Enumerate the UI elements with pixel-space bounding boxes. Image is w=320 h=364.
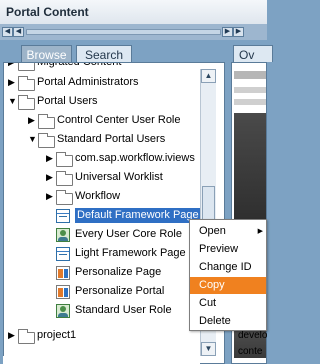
tree-item-label: Standard User Role	[75, 304, 172, 316]
folder-icon	[56, 152, 73, 167]
portal-icon	[56, 266, 70, 280]
folder-icon	[18, 63, 35, 71]
page-icon	[56, 247, 70, 261]
page-icon	[56, 209, 70, 223]
tree-item[interactable]: Every User Core Role	[4, 226, 204, 244]
expand-chevron-right-icon[interactable]: ▶	[46, 191, 53, 202]
tree-item[interactable]: Default Framework Page	[4, 207, 204, 225]
scroll-back-button[interactable]: ◀	[13, 27, 24, 37]
menu-item-open[interactable]: Open ▶	[190, 223, 266, 240]
scroll-up-button[interactable]: ▲	[201, 69, 216, 83]
tree-item[interactable]: ▶ Portal Administrators	[4, 74, 204, 92]
tree-item-label: Universal Worklist	[75, 171, 163, 183]
menu-item-delete[interactable]: Delete	[190, 313, 266, 330]
menu-item-copy[interactable]: Copy	[190, 277, 266, 294]
tree-item-label: Standard Portal Users	[57, 133, 166, 145]
scroll-down-button[interactable]: ▼	[201, 342, 216, 356]
tree-item[interactable]: ▶ Workflow	[4, 188, 204, 206]
menu-item-label: Delete	[199, 315, 231, 327]
tree-item-label: Control Center User Role	[57, 114, 181, 126]
title-bar: Portal Content	[0, 0, 267, 25]
tree-horizontal-scrollbar[interactable]	[3, 356, 200, 364]
context-menu: Open ▶ Preview Change ID Copy Cut Delete	[189, 219, 267, 331]
expand-chevron-right-icon[interactable]: ▶	[28, 115, 35, 126]
scroll-first-button[interactable]: ◀	[2, 27, 13, 37]
menu-item-label: Change ID	[199, 261, 252, 273]
tree-item-label: Light Framework Page	[75, 247, 186, 259]
folder-icon	[18, 76, 35, 91]
folder-icon	[56, 190, 73, 205]
expand-chevron-right-icon[interactable]: ▶	[46, 153, 53, 164]
tree-item[interactable]: ▶ com.sap.workflow.iviews	[4, 150, 204, 168]
expand-chevron-right-icon[interactable]: ▶	[46, 172, 53, 183]
scroll-last-button[interactable]: ▶	[233, 27, 244, 37]
folder-icon	[56, 171, 73, 186]
scroll-forward-button[interactable]: ▶	[222, 27, 233, 37]
tree-item[interactable]: ▶ Migrated Content	[4, 62, 204, 72]
folder-icon	[38, 114, 55, 129]
window-title: Portal Content	[6, 5, 89, 19]
menu-item-label: Open	[199, 225, 226, 237]
menu-item-cut[interactable]: Cut	[190, 295, 266, 312]
tree-item[interactable]: ▼ Portal Users	[4, 93, 204, 111]
menu-item-change-id[interactable]: Change ID	[190, 259, 266, 276]
expand-chevron-right-icon[interactable]: ▶	[8, 330, 15, 341]
tree-item-label: com.sap.workflow.iviews	[75, 152, 195, 164]
tree-item-label: Default Framework Page	[75, 208, 201, 223]
expand-chevron-right-icon[interactable]: ▶	[8, 77, 15, 88]
preview-line	[234, 99, 266, 105]
tree-item[interactable]: Standard User Role	[4, 302, 204, 320]
expand-chevron-right-icon[interactable]: ▶	[8, 63, 15, 68]
role-icon	[56, 228, 70, 242]
menu-item-label: Cut	[199, 297, 217, 309]
tab-browse[interactable]: Browse	[21, 45, 72, 62]
tree-item-label: Portal Users	[37, 95, 98, 107]
folder-icon	[18, 329, 35, 344]
navigation-track[interactable]	[26, 29, 221, 35]
tree-item-label: Workflow	[75, 190, 121, 202]
tree-item[interactable]: Personalize Page	[4, 264, 204, 282]
tree-item[interactable]: Personalize Portal	[4, 283, 204, 301]
menu-item-label: Preview	[199, 243, 239, 255]
tree-item-label: Every User Core Role	[75, 228, 182, 240]
role-icon	[56, 304, 70, 318]
menu-item-preview[interactable]: Preview	[190, 241, 266, 258]
preview-text: develo	[238, 330, 268, 341]
folder-icon	[18, 95, 35, 110]
navigation-bar: ◀ ◀ ▶ ▶	[0, 24, 267, 40]
tab-search[interactable]: Search	[76, 45, 132, 62]
preview-text: conte	[238, 346, 263, 357]
tree-item-label: Personalize Page	[75, 266, 162, 278]
tree-item-label: Personalize Portal	[75, 285, 165, 297]
menu-item-label: Copy	[199, 279, 225, 291]
tree-item[interactable]: ▶ Control Center User Role	[4, 112, 204, 130]
tree-item-label: project1	[37, 329, 77, 341]
expand-chevron-down-icon[interactable]: ▼	[28, 134, 37, 144]
tree-item[interactable]: Light Framework Page	[4, 245, 204, 263]
expand-chevron-down-icon[interactable]: ▼	[8, 96, 17, 106]
portal-icon	[56, 285, 70, 299]
tree-item-label: Migrated Content	[37, 62, 122, 68]
tree-item[interactable]: ▶ Universal Worklist	[4, 169, 204, 187]
preview-header-bar	[234, 71, 266, 79]
tree-item-label: Portal Administrators	[37, 76, 139, 88]
folder-icon	[38, 133, 55, 148]
preview-line	[234, 87, 266, 93]
tree-item[interactable]: ▶ project1	[4, 327, 204, 345]
tab-overview[interactable]: Ov	[233, 45, 273, 62]
submenu-arrow-icon: ▶	[257, 228, 263, 235]
tree-item[interactable]: ▼ Standard Portal Users	[4, 131, 204, 149]
